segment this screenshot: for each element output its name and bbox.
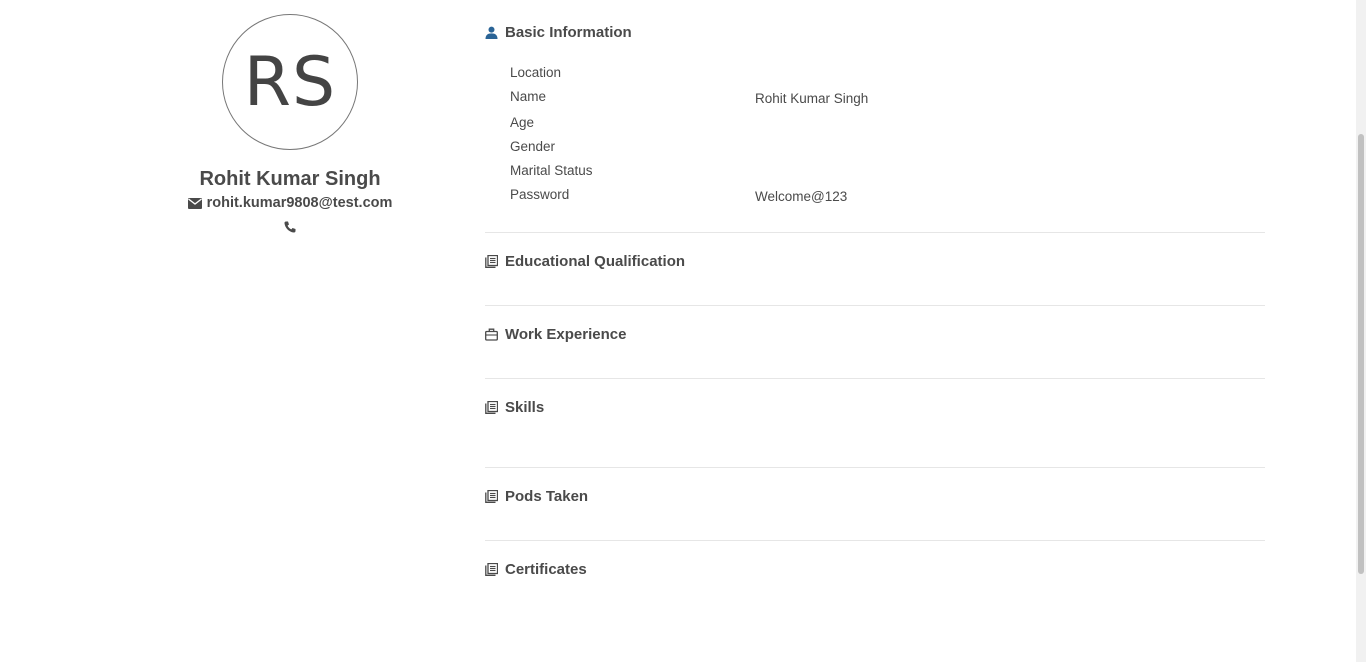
section-title-basic: Basic Information (505, 24, 632, 41)
section-title-education: Educational Qualification (505, 253, 686, 270)
field-label-age: Age (510, 115, 535, 130)
section-skills: Skills (485, 399, 544, 416)
avatar: RS (222, 14, 358, 150)
field-label-name: Name (510, 89, 547, 104)
section-divider (485, 378, 1265, 379)
phone-icon (284, 221, 296, 233)
section-work-experience: Work Experience (485, 326, 626, 343)
field-label-password: Password (510, 187, 570, 202)
book-icon (485, 255, 498, 268)
field-label-marital-status: Marital Status (510, 163, 593, 178)
section-divider (485, 305, 1265, 306)
envelope-icon (187, 197, 202, 209)
section-title-certificates: Certificates (505, 561, 587, 578)
section-basic-information: Basic Information (485, 24, 632, 41)
field-label-gender: Gender (510, 139, 556, 154)
avatar-initials: RS (243, 42, 337, 122)
section-title-pods: Pods Taken (505, 488, 589, 505)
profile-email: rohit.kumar9808@test.com (150, 195, 430, 211)
section-divider (485, 232, 1265, 233)
user-icon (485, 26, 498, 39)
section-divider (485, 540, 1265, 541)
scrollbar-thumb[interactable] (1358, 134, 1364, 574)
section-divider (485, 467, 1265, 468)
vertical-scrollbar[interactable] (1356, 0, 1366, 662)
section-title-work: Work Experience (505, 326, 627, 343)
field-value-name: Rohit Kumar Singh (755, 91, 869, 106)
profile-email-text: rohit.kumar9808@test.com (206, 195, 393, 211)
field-value-password: Welcome@123 (755, 189, 848, 204)
section-title-skills: Skills (505, 399, 545, 416)
briefcase-icon (485, 328, 498, 341)
section-pods-taken: Pods Taken (485, 488, 588, 505)
section-educational-qualification: Educational Qualification (485, 253, 685, 270)
profile-name: Rohit Kumar Singh (199, 168, 381, 190)
field-label-location: Location (510, 65, 562, 80)
book-icon (485, 401, 498, 414)
book-icon (485, 563, 498, 576)
section-certificates: Certificates (485, 561, 587, 578)
book-icon (485, 490, 498, 503)
